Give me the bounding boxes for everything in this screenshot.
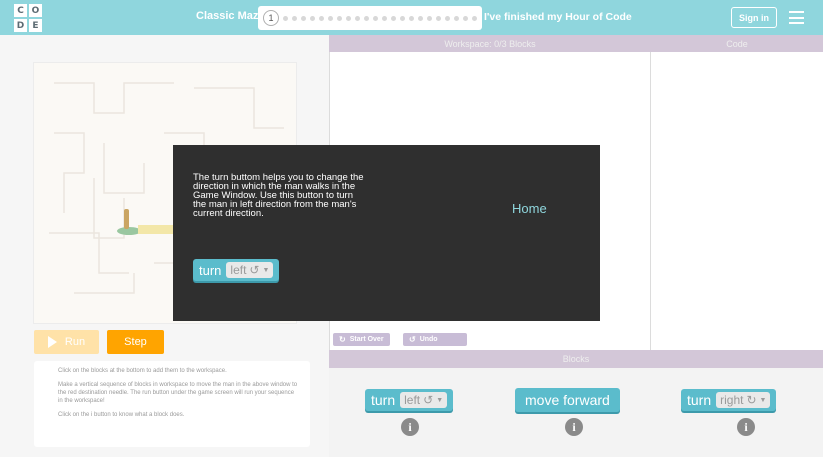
workspace-header: Workspace: 0/3 Blocks bbox=[329, 35, 651, 52]
menu-bar bbox=[789, 11, 804, 13]
turn-right-info-icon[interactable]: i bbox=[737, 418, 755, 436]
code-header: Code bbox=[651, 35, 823, 52]
dropdown-arrow-icon: ▼ bbox=[262, 266, 270, 274]
direction-dropdown[interactable]: left ↺ ▼ bbox=[400, 392, 448, 408]
instructions-panel: Click on the blocks at the bottom to add… bbox=[34, 361, 310, 447]
direction-value: left bbox=[230, 263, 247, 277]
code-org-logo[interactable]: C O D E bbox=[14, 4, 42, 32]
current-level-bubble[interactable]: 1 bbox=[263, 10, 279, 26]
level-dot[interactable] bbox=[391, 15, 396, 21]
turn-left-info-icon[interactable]: i bbox=[401, 418, 419, 436]
menu-bar bbox=[789, 16, 804, 19]
direction-value: left bbox=[404, 393, 421, 407]
logo-letter-e: E bbox=[29, 19, 42, 32]
instruction-text: Make a vertical sequence of blocks in wo… bbox=[58, 382, 298, 404]
level-progress-bar: 1 bbox=[258, 6, 482, 30]
level-dot[interactable] bbox=[292, 15, 297, 21]
help-text: The turn buttom helps you to change the … bbox=[193, 172, 364, 219]
dropdown-arrow-icon: ▼ bbox=[759, 396, 767, 404]
logo-letter-d: D bbox=[14, 19, 27, 32]
rotate-left-icon: ↺ bbox=[423, 393, 434, 407]
turn-verb: turn bbox=[199, 262, 222, 278]
sign-in-button[interactable]: Sign in bbox=[731, 7, 777, 28]
level-dot[interactable] bbox=[310, 15, 315, 21]
logo-letter-c: C bbox=[14, 4, 27, 17]
level-dot[interactable] bbox=[409, 15, 414, 21]
level-dot[interactable] bbox=[337, 15, 342, 21]
level-dot[interactable] bbox=[364, 15, 369, 21]
direction-dropdown: left ↺ ▼ bbox=[226, 262, 274, 278]
start-over-button[interactable]: ↻ Start Over bbox=[333, 333, 390, 346]
level-dot[interactable] bbox=[301, 15, 306, 21]
finished-hour-of-code-link[interactable]: I've finished my Hour of Code bbox=[484, 11, 632, 23]
code-area bbox=[651, 52, 823, 350]
undo-button[interactable]: ↺ Undo bbox=[403, 333, 467, 346]
level-dot[interactable] bbox=[463, 15, 468, 21]
level-dot[interactable] bbox=[436, 15, 441, 21]
dropdown-arrow-icon: ▼ bbox=[436, 396, 444, 404]
level-dot[interactable] bbox=[427, 15, 432, 21]
logo-letter-o: O bbox=[29, 4, 42, 17]
direction-dropdown[interactable]: right ↻ ▼ bbox=[716, 392, 771, 408]
block-help-overlay: The turn buttom helps you to change the … bbox=[173, 145, 600, 321]
level-dot[interactable] bbox=[355, 15, 360, 21]
undo-icon: ↺ bbox=[409, 335, 416, 344]
level-dot[interactable] bbox=[418, 15, 423, 21]
turn-left-block[interactable]: turn left ↺ ▼ bbox=[365, 389, 454, 411]
rotate-left-icon: ↺ bbox=[249, 263, 260, 277]
turn-verb: turn bbox=[371, 392, 396, 408]
direction-value: right bbox=[720, 393, 744, 407]
move-forward-label: move forward bbox=[525, 392, 610, 408]
run-button[interactable]: Run bbox=[34, 330, 99, 354]
level-dot[interactable] bbox=[373, 15, 378, 21]
start-over-label: Start Over bbox=[349, 336, 384, 343]
move-forward-info-icon[interactable]: i bbox=[565, 418, 583, 436]
rotate-right-icon: ↻ bbox=[746, 393, 757, 407]
level-title: Classic Maze bbox=[196, 10, 265, 22]
hamburger-menu-icon[interactable] bbox=[789, 11, 804, 24]
level-dot[interactable] bbox=[454, 15, 459, 21]
play-icon bbox=[47, 336, 57, 348]
level-dot[interactable] bbox=[283, 15, 288, 21]
turn-right-block[interactable]: turn right ↻ ▼ bbox=[681, 389, 777, 411]
instruction-text: Click on the blocks at the bottom to add… bbox=[58, 368, 227, 374]
level-dot[interactable] bbox=[445, 15, 450, 21]
level-dot[interactable] bbox=[382, 15, 387, 21]
level-dot[interactable] bbox=[328, 15, 333, 21]
turn-left-block-preview: turn left ↺ ▼ bbox=[193, 259, 280, 281]
home-link[interactable]: Home bbox=[512, 201, 547, 216]
blocks-header: Blocks bbox=[329, 350, 823, 368]
step-button[interactable]: Step bbox=[107, 330, 164, 354]
level-dot[interactable] bbox=[319, 15, 324, 21]
level-dot[interactable] bbox=[472, 15, 477, 21]
move-forward-block[interactable]: move forward bbox=[515, 388, 620, 412]
instruction-text: Click on the i button to know what a blo… bbox=[58, 412, 185, 418]
level-dot[interactable] bbox=[346, 15, 351, 21]
refresh-icon: ↻ bbox=[339, 335, 346, 344]
level-dot[interactable] bbox=[400, 15, 405, 21]
run-label: Run bbox=[64, 336, 86, 348]
menu-bar bbox=[789, 22, 804, 24]
undo-label: Undo bbox=[419, 336, 438, 343]
turn-verb: turn bbox=[687, 392, 712, 408]
top-header: C O D E Classic Maze 1 I've finished my … bbox=[0, 0, 823, 35]
blocks-toolbox bbox=[329, 368, 823, 457]
